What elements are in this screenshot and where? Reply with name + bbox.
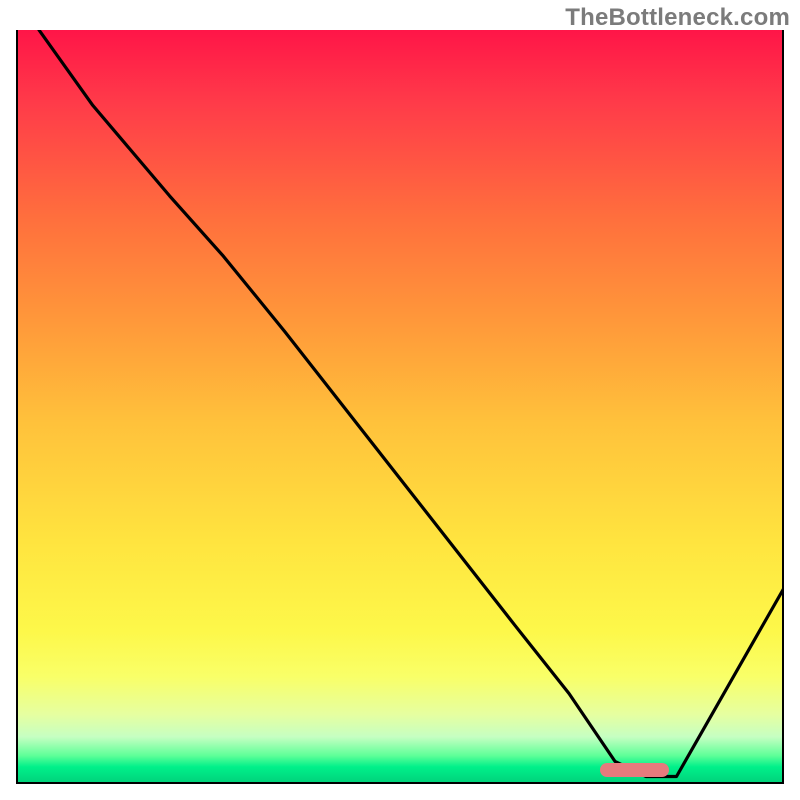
chart-frame: TheBottleneck.com (0, 0, 800, 800)
bottleneck-curve (39, 30, 784, 777)
curve-overlay (16, 30, 784, 784)
watermark-text: TheBottleneck.com (565, 4, 790, 32)
optimal-range-marker (600, 763, 669, 777)
plot-area (16, 30, 784, 784)
